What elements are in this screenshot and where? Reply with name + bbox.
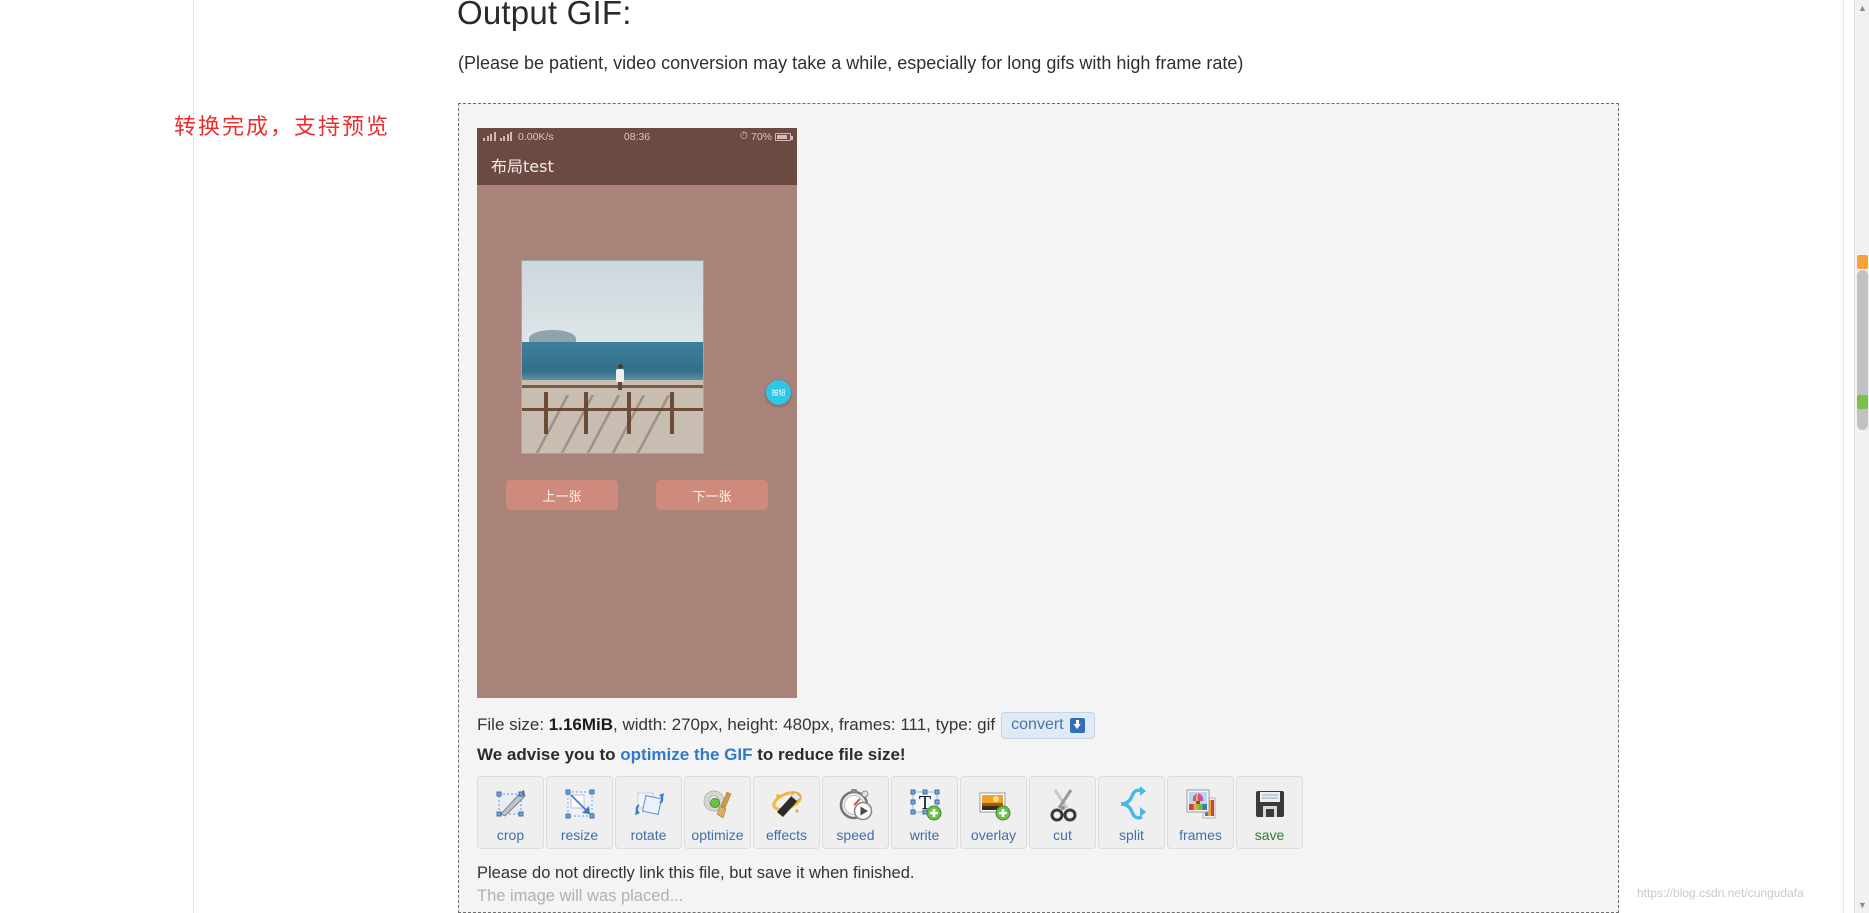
- tool-label: frames: [1179, 827, 1222, 843]
- battery-icon: [775, 132, 793, 141]
- magic-wand-icon: [766, 783, 808, 825]
- scroll-marker: [1857, 255, 1868, 269]
- page-right-divider: [1843, 0, 1844, 913]
- photo-person: [616, 363, 625, 390]
- tool-frames[interactable]: frames: [1167, 776, 1234, 849]
- optimize-advice: We advise you to optimize the GIF to red…: [477, 745, 906, 765]
- convert-button[interactable]: convert: [1001, 712, 1095, 739]
- tool-label: crop: [496, 827, 525, 843]
- photo-post: [670, 391, 675, 434]
- frames-stack-icon: [1180, 783, 1222, 825]
- crop-icon: [490, 783, 532, 825]
- wifi-icon: [499, 132, 512, 141]
- phone-status-bar: 0.00K/s 08:36 ⏱ 70%: [477, 128, 797, 145]
- download-icon: [1069, 717, 1085, 733]
- next-image-button[interactable]: 下一张: [656, 480, 768, 510]
- tool-label: split: [1119, 827, 1144, 843]
- alarm-icon: ⏱: [739, 130, 748, 142]
- phone-content-area: 按钮 上一张 下一张: [477, 185, 797, 698]
- footer-note: Please do not directly link this file, b…: [477, 862, 914, 908]
- tool-split[interactable]: split: [1098, 776, 1165, 849]
- tool-label: speed: [836, 827, 875, 843]
- watermark: https://blog.csdn.net/cungudafa: [1637, 886, 1804, 900]
- tool-resize[interactable]: resize: [546, 776, 613, 849]
- text-add-icon: T: [904, 783, 946, 825]
- advice-prefix: We advise you to: [477, 745, 621, 764]
- split-arrows-icon: [1111, 783, 1153, 825]
- file-size-prefix: File size:: [477, 714, 549, 734]
- tool-optimize[interactable]: optimize: [684, 776, 751, 849]
- preview-photo: [521, 260, 704, 454]
- tool-rotate[interactable]: rotate: [615, 776, 682, 849]
- optimize-gif-link[interactable]: optimize the GIF: [620, 745, 752, 764]
- scroll-marker: [1857, 395, 1868, 409]
- tool-label: effects: [766, 827, 807, 843]
- tool-crop[interactable]: crop: [477, 776, 544, 849]
- tool-label: rotate: [630, 827, 667, 843]
- scissors-icon: [1042, 783, 1084, 825]
- red-annotation: 转换完成，支持预览: [174, 115, 391, 140]
- file-dimensions-text: , width: 270px, height: 480px, frames: 1…: [613, 714, 996, 734]
- photo-sea: [522, 341, 703, 385]
- tool-speed[interactable]: speed: [822, 776, 889, 849]
- tool-write[interactable]: T write: [891, 776, 958, 849]
- tool-cut[interactable]: cut: [1029, 776, 1096, 849]
- floating-action-button[interactable]: 按钮: [766, 380, 791, 405]
- tool-label: overlay: [970, 827, 1017, 843]
- scroll-down-arrow[interactable]: ▼: [1855, 897, 1869, 913]
- page-title: Output GIF:: [457, 0, 632, 31]
- convert-button-label: convert: [1011, 716, 1064, 733]
- rotate-icon: [628, 783, 670, 825]
- photo-rail-upper: [522, 384, 703, 388]
- signal-bars-icon: [483, 132, 496, 141]
- tool-label: cut: [1053, 827, 1072, 843]
- resize-icon: [559, 783, 601, 825]
- file-info-line: File size: 1.16MiB, width: 270px, height…: [477, 712, 1095, 739]
- photo-boardwalk: [522, 380, 703, 453]
- tool-label: optimize: [691, 827, 744, 843]
- network-speed-label: 0.00K/s: [518, 130, 554, 143]
- optimize-broom-icon: [697, 783, 739, 825]
- floppy-disk-icon: [1249, 783, 1291, 825]
- tool-label: resize: [560, 827, 599, 843]
- tool-save[interactable]: save: [1236, 776, 1303, 849]
- stopwatch-play-icon: [835, 783, 877, 825]
- tool-label: write: [909, 827, 940, 843]
- gif-preview[interactable]: 0.00K/s 08:36 ⏱ 70% 布局test 按钮 上一张 下一张: [477, 128, 797, 698]
- tool-bar: crop resize rotate optimize effects spee…: [477, 776, 1303, 849]
- footer-note-line-1: Please do not directly link this file, b…: [477, 864, 915, 882]
- photo-post: [543, 391, 548, 434]
- page-root: Output GIF: (Please be patient, video co…: [0, 0, 1869, 913]
- phone-app-title: 布局test: [477, 145, 797, 185]
- footer-note-line-2: The image will was placed...: [477, 887, 684, 905]
- page-scrollbar[interactable]: ▲ ▼: [1854, 0, 1869, 913]
- scroll-up-arrow[interactable]: ▲: [1855, 0, 1869, 16]
- tool-label: save: [1254, 827, 1285, 843]
- tool-overlay[interactable]: overlay: [960, 776, 1027, 849]
- conversion-note: (Please be patient, video conversion may…: [458, 53, 1244, 73]
- tool-effects[interactable]: effects: [753, 776, 820, 849]
- battery-percent-label: 70%: [750, 130, 772, 143]
- image-add-icon: [973, 783, 1015, 825]
- file-size-value: 1.16MiB: [548, 714, 614, 734]
- clock-label: 08:36: [623, 130, 651, 143]
- advice-suffix: to reduce file size!: [752, 745, 906, 764]
- prev-image-button[interactable]: 上一张: [506, 480, 618, 510]
- phone-button-row: 上一张 下一张: [477, 480, 797, 510]
- output-result-panel: 0.00K/s 08:36 ⏱ 70% 布局test 按钮 上一张 下一张 Fi…: [458, 103, 1619, 913]
- status-right-group: ⏱ 70%: [739, 130, 793, 143]
